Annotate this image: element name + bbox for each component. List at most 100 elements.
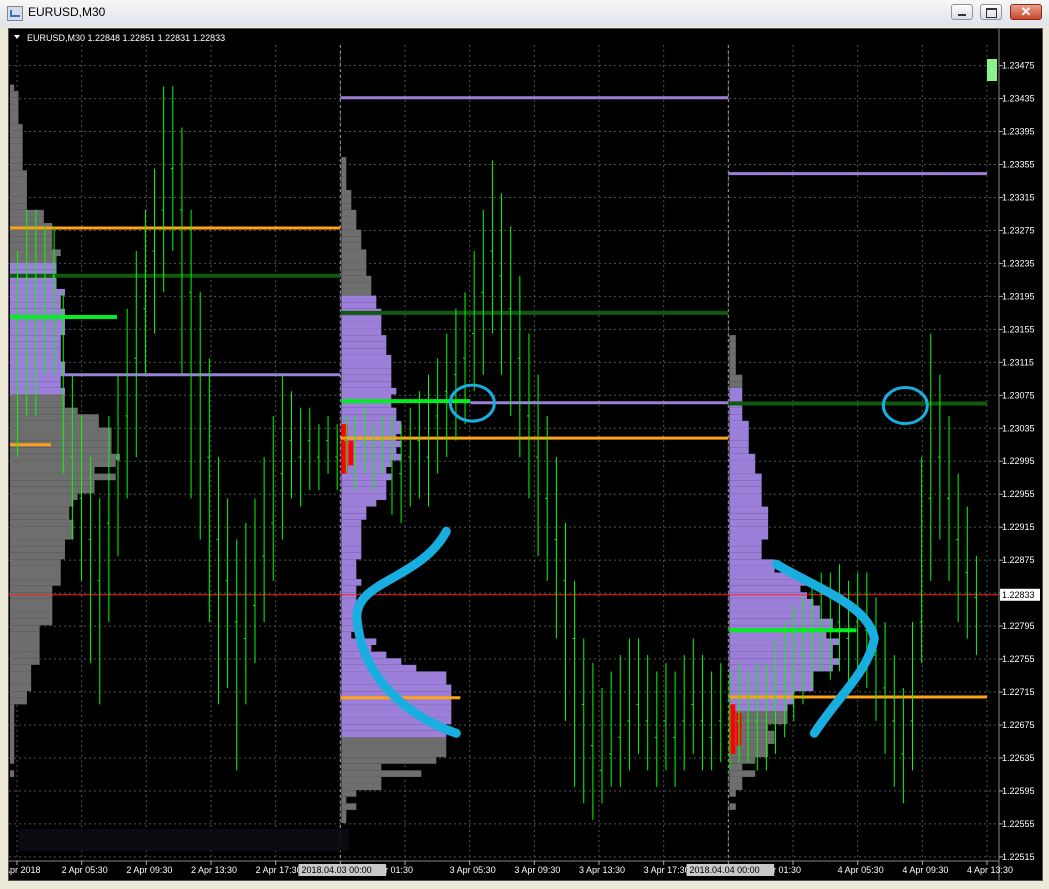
profile-bar [10,420,99,428]
profile-bar [10,730,15,738]
profile-bar [729,348,736,355]
profile-bar [341,315,382,322]
price-tick-label: 1.23235 [1002,258,1035,268]
profile-bar [341,288,372,296]
profile-bar [729,447,749,454]
profile-bar [10,743,15,751]
profile-bar [10,519,74,527]
profile-bar [341,282,372,289]
profile-bar [341,776,382,784]
window-title-bar[interactable]: EURUSD,M30 ✕ [0,0,1049,27]
profile-bar [10,612,53,619]
profile-bar [10,176,27,184]
profile-bar [729,592,807,599]
profile-bar [341,163,347,171]
profile-bar [10,493,78,500]
profile-bar [341,196,352,204]
maximize-button[interactable] [980,4,1002,20]
price-tick-label: 1.22675 [1002,720,1035,730]
profile-bar [10,97,19,105]
price-tick-label: 1.22635 [1002,753,1035,763]
time-tick-label: 2 Apr 17:30 [256,865,302,875]
profile-bar [729,757,756,764]
profile-bar [341,730,447,738]
profile-bar [341,236,362,243]
profile-bar [10,559,61,566]
profile-bar [10,638,40,646]
profile-bar [341,532,362,540]
profile-bar [341,783,382,791]
profile-bar [10,671,32,679]
time-tick-label: 3 Apr 09:30 [514,865,560,875]
time-tick-label: 4 Apr 05:30 [838,865,884,875]
time-tick-label: 3 Apr 05:30 [450,865,496,875]
profile-bar [341,585,357,593]
profile-bar [10,84,15,92]
profile-bar [10,618,53,626]
header-dropdown-icon[interactable] [14,35,20,39]
profile-bar [729,354,736,362]
profile-bar [10,651,40,659]
price-tick-label: 1.23475 [1002,61,1035,71]
profile-bar [341,381,392,388]
profile-bar [10,447,112,454]
price-tick-label: 1.23435 [1002,94,1035,104]
close-button[interactable]: ✕ [1010,4,1042,20]
price-chart[interactable]: 1.23475 1.23435 1.23395 1.23355 1.23315 1.232… [0,29,1042,880]
price-tick-label: 1.22875 [1002,555,1035,565]
profile-bar [10,710,15,718]
profile-bar [341,480,387,487]
profile-bar [10,150,23,158]
profile-bar [10,631,40,639]
profile-bar [341,790,357,797]
profile-bar [729,664,833,672]
profile-bar [10,387,65,395]
profile-bar [10,407,78,415]
profile-bar [10,130,23,138]
profile-bar [341,565,357,573]
price-tick-label: 1.23395 [1002,127,1035,137]
profile-bar [729,532,769,540]
profile-bar [10,572,61,580]
profile-bar [341,170,347,177]
profile-bar [10,434,112,441]
profile-bar [729,803,736,810]
profile-bar [10,414,99,421]
profile-bar [341,631,352,639]
profile-bar [10,585,53,593]
profile-bar [729,684,814,692]
profile-bar [729,486,762,494]
profile-bar [341,513,367,520]
profile-bar [341,361,392,369]
profile-bar [729,612,820,619]
profile-bar [341,546,362,553]
profile-bar [341,249,367,257]
time-tick-label: 3 Apr 17:30 [644,865,690,875]
window-title: EURUSD,M30 [28,5,106,19]
profile-bar [10,91,19,98]
profile-bar [341,704,452,711]
profile-bar [729,763,743,771]
profile-bar [10,170,27,177]
profile-bar [729,374,743,382]
profile-bar [10,697,27,705]
profile-bar [341,579,362,586]
profile-bar [10,579,61,586]
profile-bar [729,546,762,553]
profile-bar [10,282,57,289]
profile-bar [10,453,120,461]
scroll-marker [987,59,997,81]
profile-bar [341,414,397,421]
minimize-button[interactable] [951,4,973,20]
price-tick-label: 1.22795 [1002,621,1035,631]
profile-bar [10,605,53,613]
profile-bar [10,137,23,144]
close-icon: ✕ [1020,4,1032,19]
profile-bar [10,288,65,296]
chart-area[interactable]: 1.23475 1.23435 1.23395 1.23355 1.23315 1.232… [0,28,1043,881]
profile-bar [10,546,65,553]
profile-bar [729,730,775,738]
price-tick-label: 1.22555 [1002,819,1035,829]
price-tick-label: 1.23195 [1002,291,1035,301]
profile-bar [341,467,387,474]
